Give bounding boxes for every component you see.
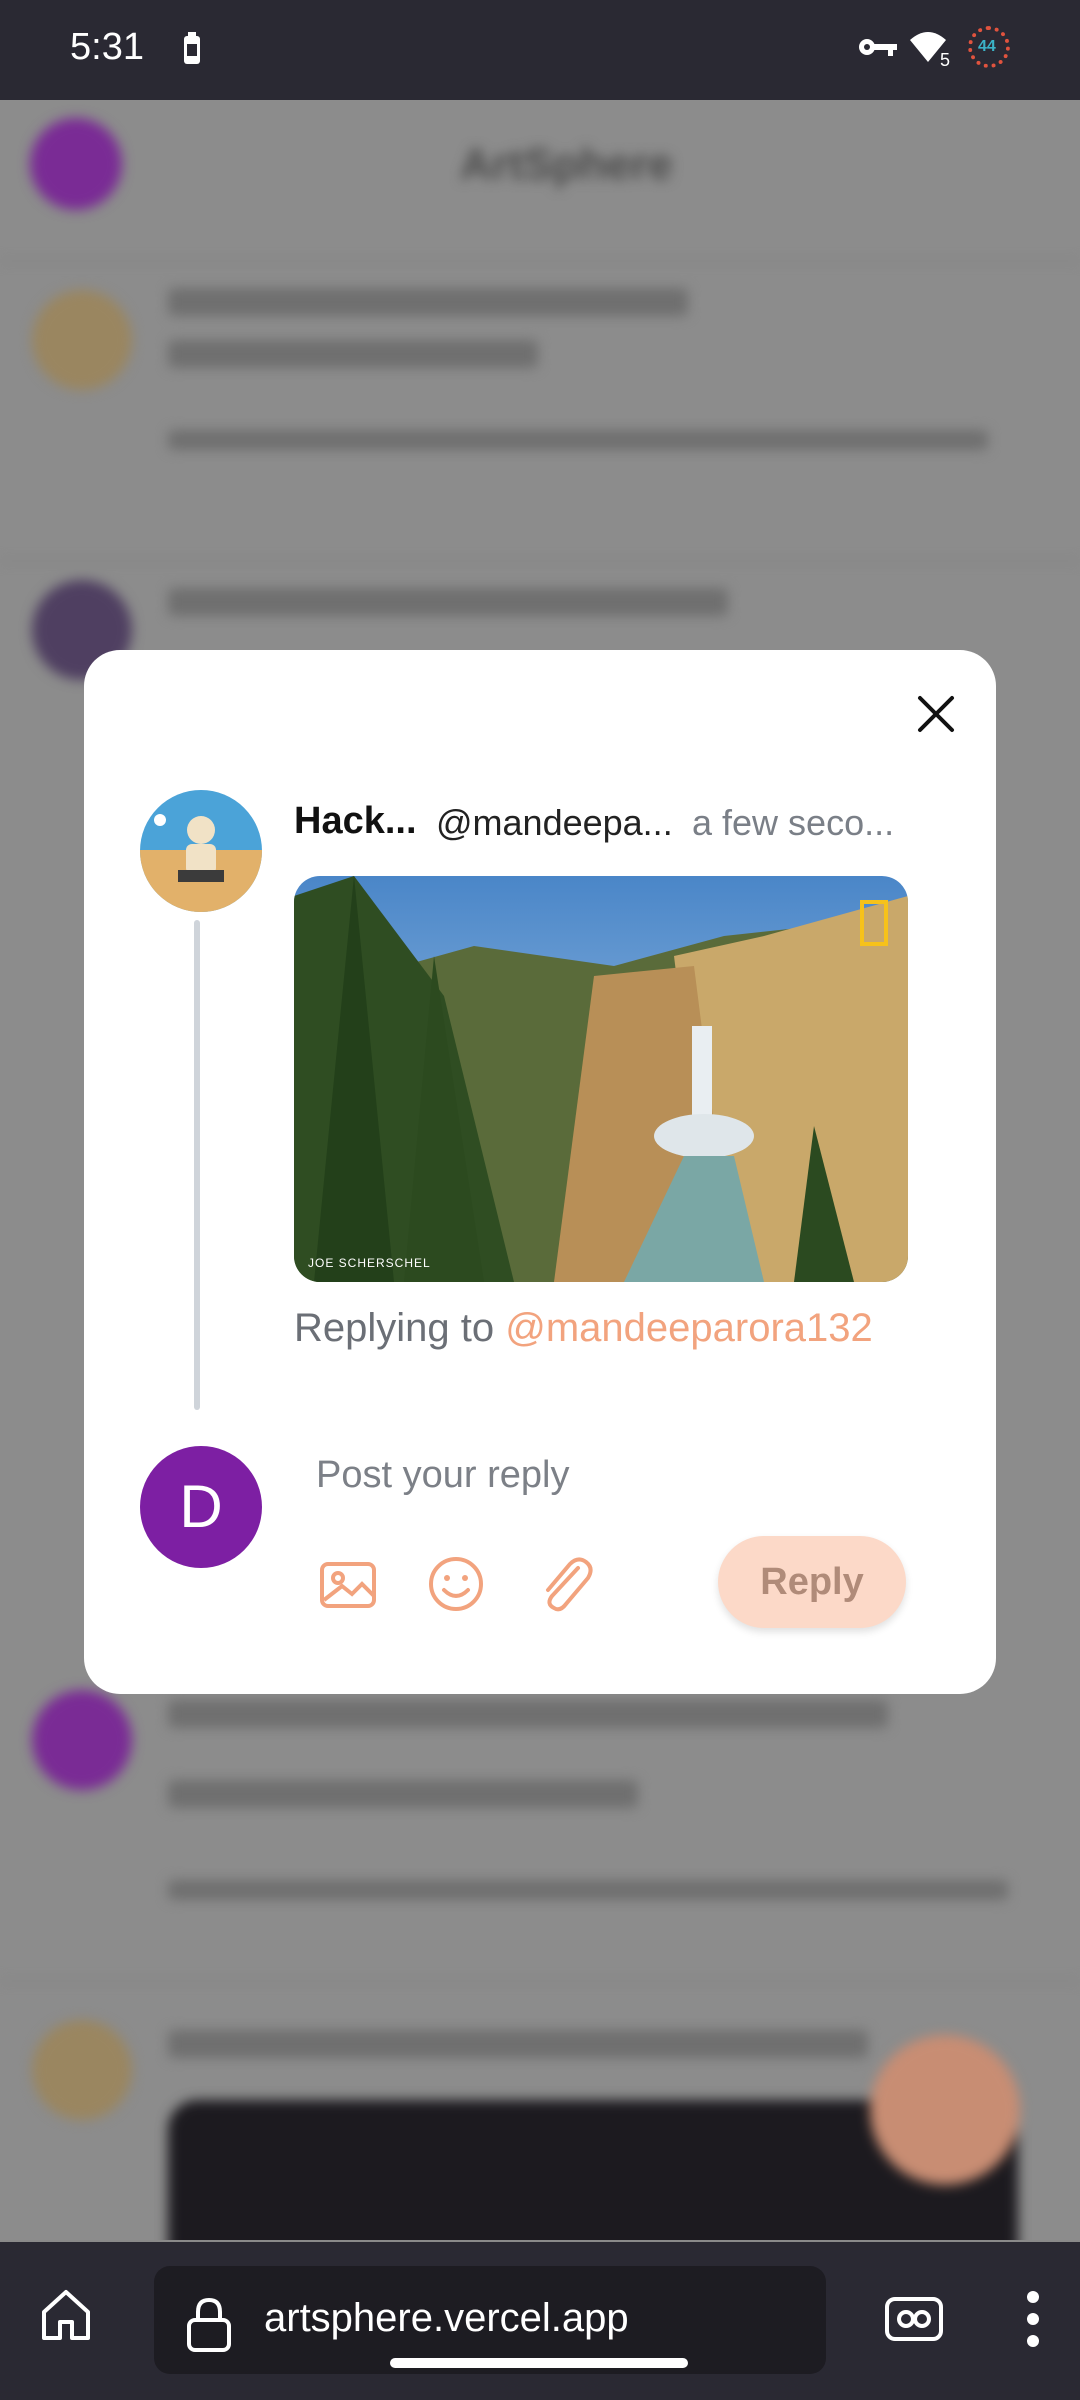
photo-credit: JOE SCHERSCHEL (308, 1256, 431, 1270)
replying-to: Replying to @mandeeparora132 (294, 1306, 873, 1351)
status-bar: 5:31 5 44 (0, 0, 1080, 100)
image-upload-icon[interactable] (318, 1554, 378, 1614)
user-avatar[interactable]: D (140, 1446, 262, 1568)
compose-fab (870, 2035, 1020, 2185)
replying-prefix: Replying to (294, 1306, 506, 1350)
more-menu-icon[interactable] (1026, 2290, 1040, 2348)
url-text[interactable]: artsphere.vercel.app (264, 2296, 629, 2341)
bg-avatar (32, 2020, 132, 2120)
bg-avatar (32, 290, 132, 390)
gesture-bar[interactable] (390, 2358, 688, 2368)
home-icon[interactable] (36, 2284, 96, 2344)
replying-mention-link[interactable]: @mandeeparora132 (505, 1306, 873, 1350)
close-icon[interactable] (908, 686, 964, 742)
brand-logo (860, 900, 888, 946)
reply-input[interactable] (300, 1440, 900, 1510)
tabs-icon[interactable] (884, 2296, 944, 2342)
reply-button[interactable]: Reply (718, 1536, 906, 1628)
attachment-icon[interactable] (534, 1554, 594, 1614)
data-usage-value: 44 (978, 38, 996, 55)
author-avatar[interactable] (140, 790, 262, 912)
lock-icon[interactable] (184, 2296, 234, 2352)
battery-icon (184, 32, 200, 64)
post-author-handle[interactable]: @mandeepa... (436, 802, 673, 844)
status-time: 5:31 (70, 26, 144, 68)
thread-line (194, 920, 200, 1410)
vpn-key-icon (859, 39, 897, 56)
emoji-icon[interactable] (426, 1554, 486, 1614)
bg-avatar (30, 118, 122, 210)
post-image[interactable]: JOE SCHERSCHEL (294, 876, 908, 1282)
bg-avatar (32, 1690, 132, 1790)
post-timestamp: a few seco... (692, 802, 895, 843)
background-app-title: ArtSphere (460, 140, 673, 189)
post-author-name[interactable]: Hack... (294, 800, 417, 843)
wifi-badge: 5 (940, 50, 951, 70)
